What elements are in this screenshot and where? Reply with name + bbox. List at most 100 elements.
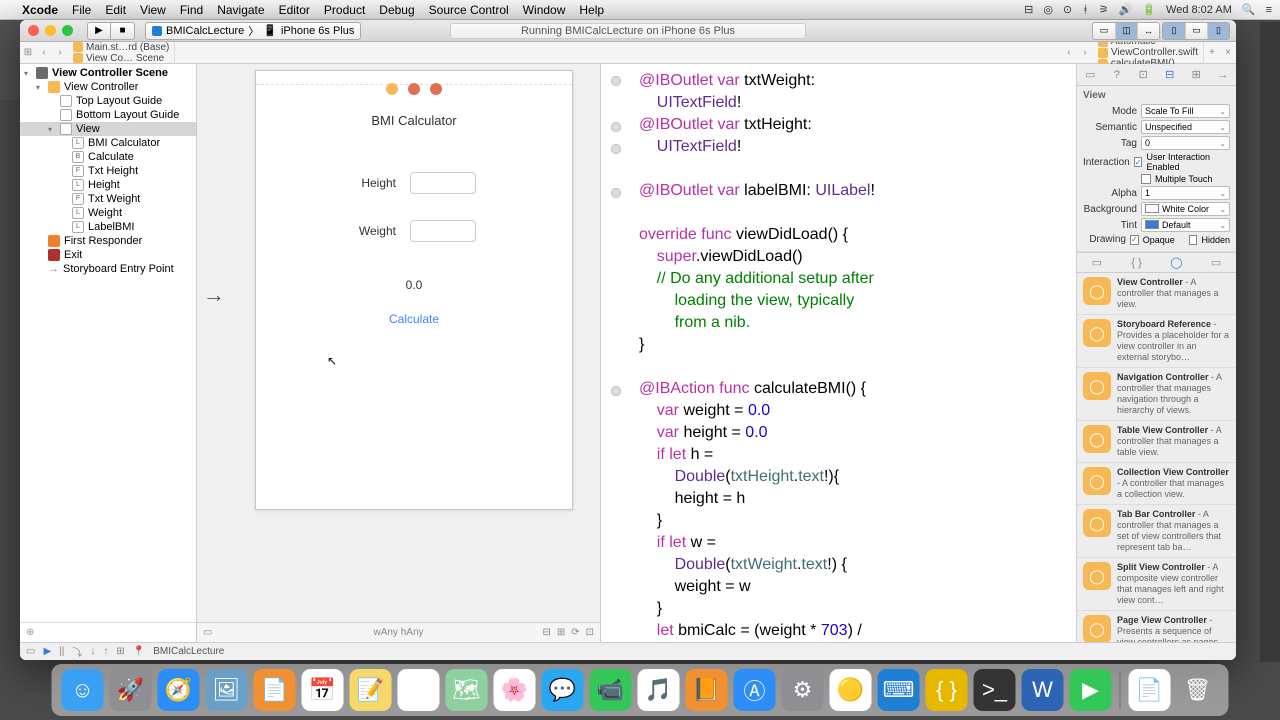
pin-button[interactable]: ⊞ bbox=[557, 627, 565, 638]
align-button[interactable]: ⊟ bbox=[542, 627, 550, 638]
multiple-touch-checkbox[interactable] bbox=[1141, 174, 1151, 184]
connection-dot[interactable] bbox=[611, 76, 621, 86]
menu-editor[interactable]: Editor bbox=[279, 3, 310, 17]
dock-terminal[interactable]: >_ bbox=[974, 669, 1016, 711]
debug-stepin[interactable]: ↓ bbox=[90, 646, 95, 657]
weight-textfield[interactable] bbox=[410, 220, 476, 242]
notifications-icon[interactable]: ≡ bbox=[1266, 4, 1272, 16]
forward-button[interactable]: › bbox=[52, 47, 68, 58]
background-field[interactable]: White Color⌄ bbox=[1141, 202, 1230, 216]
connection-dot[interactable] bbox=[611, 188, 621, 198]
dock-safari[interactable]: 🧭 bbox=[158, 669, 200, 711]
toggle-debug[interactable]: ▭ bbox=[1185, 23, 1207, 39]
debug-toggle[interactable]: ▭ bbox=[26, 646, 35, 657]
tint-field[interactable]: Default⌄ bbox=[1141, 218, 1230, 232]
dock-preview[interactable]: 🖼 bbox=[206, 669, 248, 711]
menu-window[interactable]: Window bbox=[523, 3, 566, 17]
opaque-checkbox[interactable]: ✓ bbox=[1130, 235, 1139, 245]
first-responder-icon[interactable] bbox=[408, 83, 420, 95]
dock-document[interactable]: 📄 bbox=[1129, 669, 1171, 711]
add-button[interactable]: + bbox=[1204, 47, 1220, 58]
navigator-filter[interactable]: ⊕ bbox=[20, 622, 196, 642]
editor-version[interactable]: ↔ bbox=[1137, 23, 1159, 39]
breadcrumb-item[interactable]: View Co… Scene bbox=[68, 53, 175, 64]
exit-icon[interactable] bbox=[430, 83, 442, 95]
zoom-button[interactable] bbox=[62, 25, 73, 36]
menu-extra-icon[interactable]: ⊟ bbox=[1024, 3, 1033, 16]
entry-point-arrow[interactable]: → bbox=[203, 282, 225, 308]
library-item[interactable]: ◯Tab Bar Controller - A controller that … bbox=[1077, 505, 1236, 558]
debug-pause[interactable]: ▶ bbox=[43, 646, 51, 657]
dock-appstore[interactable]: Ⓐ bbox=[734, 669, 776, 711]
tree-item[interactable]: Exit bbox=[20, 248, 196, 262]
height-label[interactable]: Height bbox=[352, 176, 396, 190]
tree-item[interactable]: Bottom Layout Guide bbox=[20, 108, 196, 122]
dock-finder[interactable]: ☺ bbox=[62, 669, 104, 711]
back-button[interactable]: ‹ bbox=[1061, 47, 1077, 58]
dock-maps[interactable]: 🗺 bbox=[446, 669, 488, 711]
menu-edit[interactable]: Edit bbox=[105, 3, 126, 17]
clock[interactable]: Wed 8:02 AM bbox=[1166, 4, 1232, 16]
run-button[interactable]: ▶ bbox=[87, 22, 111, 40]
size-class[interactable]: wAny hAny bbox=[373, 627, 423, 638]
ib-canvas[interactable]: → BMI Calculator Height Weight 0.0 Calcu… bbox=[197, 64, 600, 622]
connection-dot[interactable] bbox=[611, 122, 621, 132]
dock-pages[interactable]: 📄 bbox=[254, 669, 296, 711]
menu-help[interactable]: Help bbox=[579, 3, 604, 17]
tree-item[interactable]: →Storyboard Entry Point bbox=[20, 262, 196, 276]
wifi-icon[interactable]: ⚞ bbox=[1099, 3, 1109, 16]
tree-item[interactable]: Top Layout Guide bbox=[20, 94, 196, 108]
dock-photos[interactable]: 🌸 bbox=[494, 669, 536, 711]
stop-button[interactable]: ■ bbox=[111, 22, 135, 40]
dock-brackets[interactable]: { } bbox=[926, 669, 968, 711]
menu-navigate[interactable]: Navigate bbox=[217, 3, 264, 17]
breadcrumb-item[interactable]: Main.st…rd (Base) bbox=[68, 42, 175, 53]
debug-stepover[interactable]: ⤵ bbox=[72, 644, 82, 659]
menu-source-control[interactable]: Source Control bbox=[429, 3, 509, 17]
dock-launchpad[interactable]: 🚀 bbox=[110, 669, 152, 711]
menu-file[interactable]: File bbox=[72, 3, 91, 17]
library-item[interactable]: ◯Split View Controller - A composite vie… bbox=[1077, 558, 1236, 611]
output-label[interactable]: 0.0 bbox=[256, 278, 572, 292]
library-item[interactable]: ◯View Controller - A controller that man… bbox=[1077, 273, 1236, 315]
scheme-selector[interactable]: BMICalcLecture 〉 📱 iPhone 6s Plus bbox=[145, 22, 361, 40]
tree-item[interactable]: FTxt Weight bbox=[20, 192, 196, 206]
resolve-button[interactable]: ⟳ bbox=[571, 627, 579, 638]
calculate-button[interactable]: Calculate bbox=[256, 312, 572, 326]
bluetooth-icon[interactable]: ᚼ bbox=[1082, 4, 1089, 16]
editor-standard[interactable]: ▭ bbox=[1093, 23, 1115, 39]
dock-chrome[interactable]: 🟡 bbox=[830, 669, 872, 711]
dock-messages[interactable]: 💬 bbox=[542, 669, 584, 711]
forward-button[interactable]: › bbox=[1077, 47, 1093, 58]
menu-debug[interactable]: Debug bbox=[379, 3, 414, 17]
mode-field[interactable]: Scale To Fill⌄ bbox=[1141, 104, 1230, 118]
tree-item[interactable]: First Responder bbox=[20, 234, 196, 248]
weight-label[interactable]: Weight bbox=[352, 224, 396, 238]
spotlight-icon[interactable]: 🔍 bbox=[1242, 3, 1256, 16]
tree-item[interactable]: FTxt Height bbox=[20, 164, 196, 178]
volume-icon[interactable]: 🔊 bbox=[1119, 3, 1133, 16]
close-button[interactable]: × bbox=[1220, 47, 1236, 58]
hidden-checkbox[interactable] bbox=[1189, 235, 1197, 245]
debug-hierarchy[interactable]: ⊞ bbox=[116, 646, 124, 657]
editor-gutter[interactable] bbox=[601, 64, 631, 642]
vc-icon[interactable] bbox=[386, 83, 398, 95]
close-button[interactable] bbox=[28, 25, 39, 36]
debug-process[interactable]: BMICalcLecture bbox=[153, 646, 224, 657]
library-item[interactable]: ◯Collection View Controller - A controll… bbox=[1077, 463, 1236, 505]
app-menu[interactable]: Xcode bbox=[22, 3, 58, 17]
user-interaction-checkbox[interactable]: ✓ bbox=[1134, 157, 1143, 167]
dock-trash[interactable]: 🗑 bbox=[1177, 669, 1219, 711]
breadcrumb-item[interactable]: ViewController.swift bbox=[1093, 47, 1204, 58]
source-code[interactable]: @IBOutlet var txtWeight: UITextField!@IB… bbox=[631, 64, 1076, 642]
tree-item[interactable]: LLabelBMI bbox=[20, 220, 196, 234]
menu-product[interactable]: Product bbox=[324, 3, 365, 17]
minimize-button[interactable] bbox=[45, 25, 56, 36]
back-button[interactable]: ‹ bbox=[36, 47, 52, 58]
tree-item[interactable]: LHeight bbox=[20, 178, 196, 192]
editor-assistant[interactable]: ◫ bbox=[1115, 23, 1137, 39]
code-snippet-tab[interactable]: { } bbox=[1117, 253, 1157, 272]
menu-view[interactable]: View bbox=[140, 3, 166, 17]
media-library-tab[interactable]: ▭ bbox=[1196, 253, 1236, 272]
nav-tabs-icon[interactable]: ⊞ bbox=[20, 47, 36, 58]
